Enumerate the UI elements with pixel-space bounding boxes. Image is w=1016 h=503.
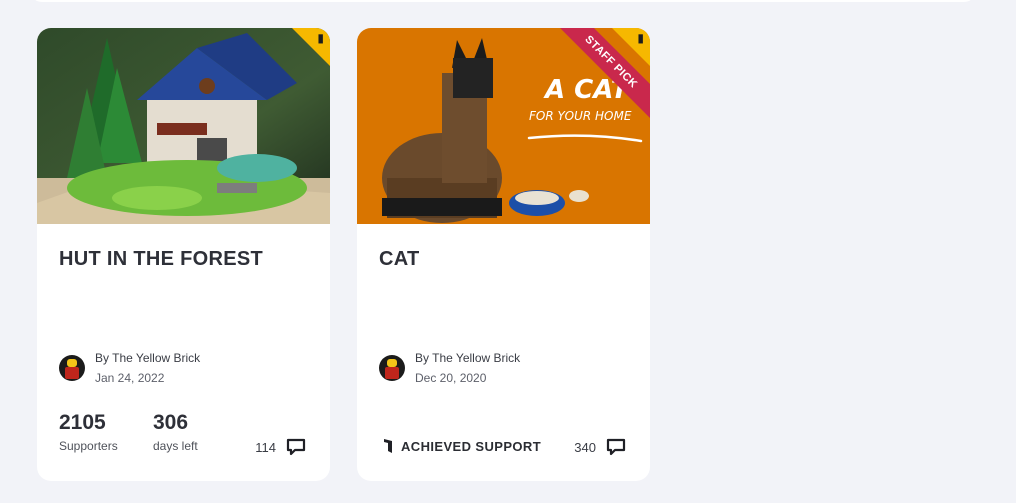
top-panel-edge bbox=[30, 0, 976, 2]
author-name[interactable]: By The Yellow Brick bbox=[415, 350, 520, 366]
lego-ideas-corner-tag bbox=[612, 28, 650, 66]
project-card-hut-in-the-forest[interactable]: ▮ HUT IN THE FOREST By The Yellow Brick … bbox=[37, 28, 330, 481]
supporters-count: 2105 bbox=[59, 411, 106, 434]
project-image[interactable]: A CAT FOR YOUR HOME STAFF PICK ▮ bbox=[357, 28, 650, 224]
image-subheadline: FOR YOUR HOME bbox=[529, 109, 632, 123]
supporters-label: Supporters bbox=[59, 439, 118, 453]
days-left-label: days left bbox=[153, 439, 198, 453]
project-card-cat[interactable]: A CAT FOR YOUR HOME STAFF PICK ▮ CAT By … bbox=[357, 28, 650, 481]
comment-icon bbox=[286, 438, 306, 456]
project-title[interactable]: CAT bbox=[379, 248, 420, 271]
avatar[interactable] bbox=[59, 355, 85, 381]
comment-count: 114 bbox=[255, 439, 276, 455]
author-info[interactable]: By The Yellow Brick Jan 24, 2022 bbox=[59, 350, 200, 386]
achieved-support-status: ACHIEVED SUPPORT bbox=[383, 438, 541, 454]
achieved-support-label: ACHIEVED SUPPORT bbox=[401, 438, 542, 454]
comment-count: 340 bbox=[574, 439, 596, 455]
comment-icon bbox=[606, 438, 626, 456]
avatar[interactable] bbox=[379, 355, 405, 381]
author-info[interactable]: By The Yellow Brick Dec 20, 2020 bbox=[379, 350, 520, 386]
lego-ideas-brick-icon: ▮ bbox=[637, 31, 644, 45]
lego-ideas-brick-icon: ▮ bbox=[317, 31, 324, 45]
project-title[interactable]: HUT IN THE FOREST bbox=[59, 248, 263, 271]
project-image[interactable]: ▮ bbox=[37, 28, 330, 224]
comments-link[interactable]: 340 bbox=[574, 438, 626, 456]
supporters-stat: 2105 Supporters bbox=[59, 411, 118, 453]
days-left-count: 306 bbox=[153, 411, 189, 434]
days-left-stat: 306 days left bbox=[153, 411, 198, 453]
lego-forest-hut-image bbox=[37, 28, 330, 224]
publish-date: Jan 24, 2022 bbox=[95, 371, 165, 385]
author-name[interactable]: By The Yellow Brick bbox=[95, 350, 200, 366]
lego-ideas-brick-icon bbox=[384, 439, 392, 453]
publish-date: Dec 20, 2020 bbox=[415, 371, 487, 385]
lego-ideas-corner-tag bbox=[292, 28, 330, 66]
comments-link[interactable]: 114 bbox=[255, 438, 306, 456]
